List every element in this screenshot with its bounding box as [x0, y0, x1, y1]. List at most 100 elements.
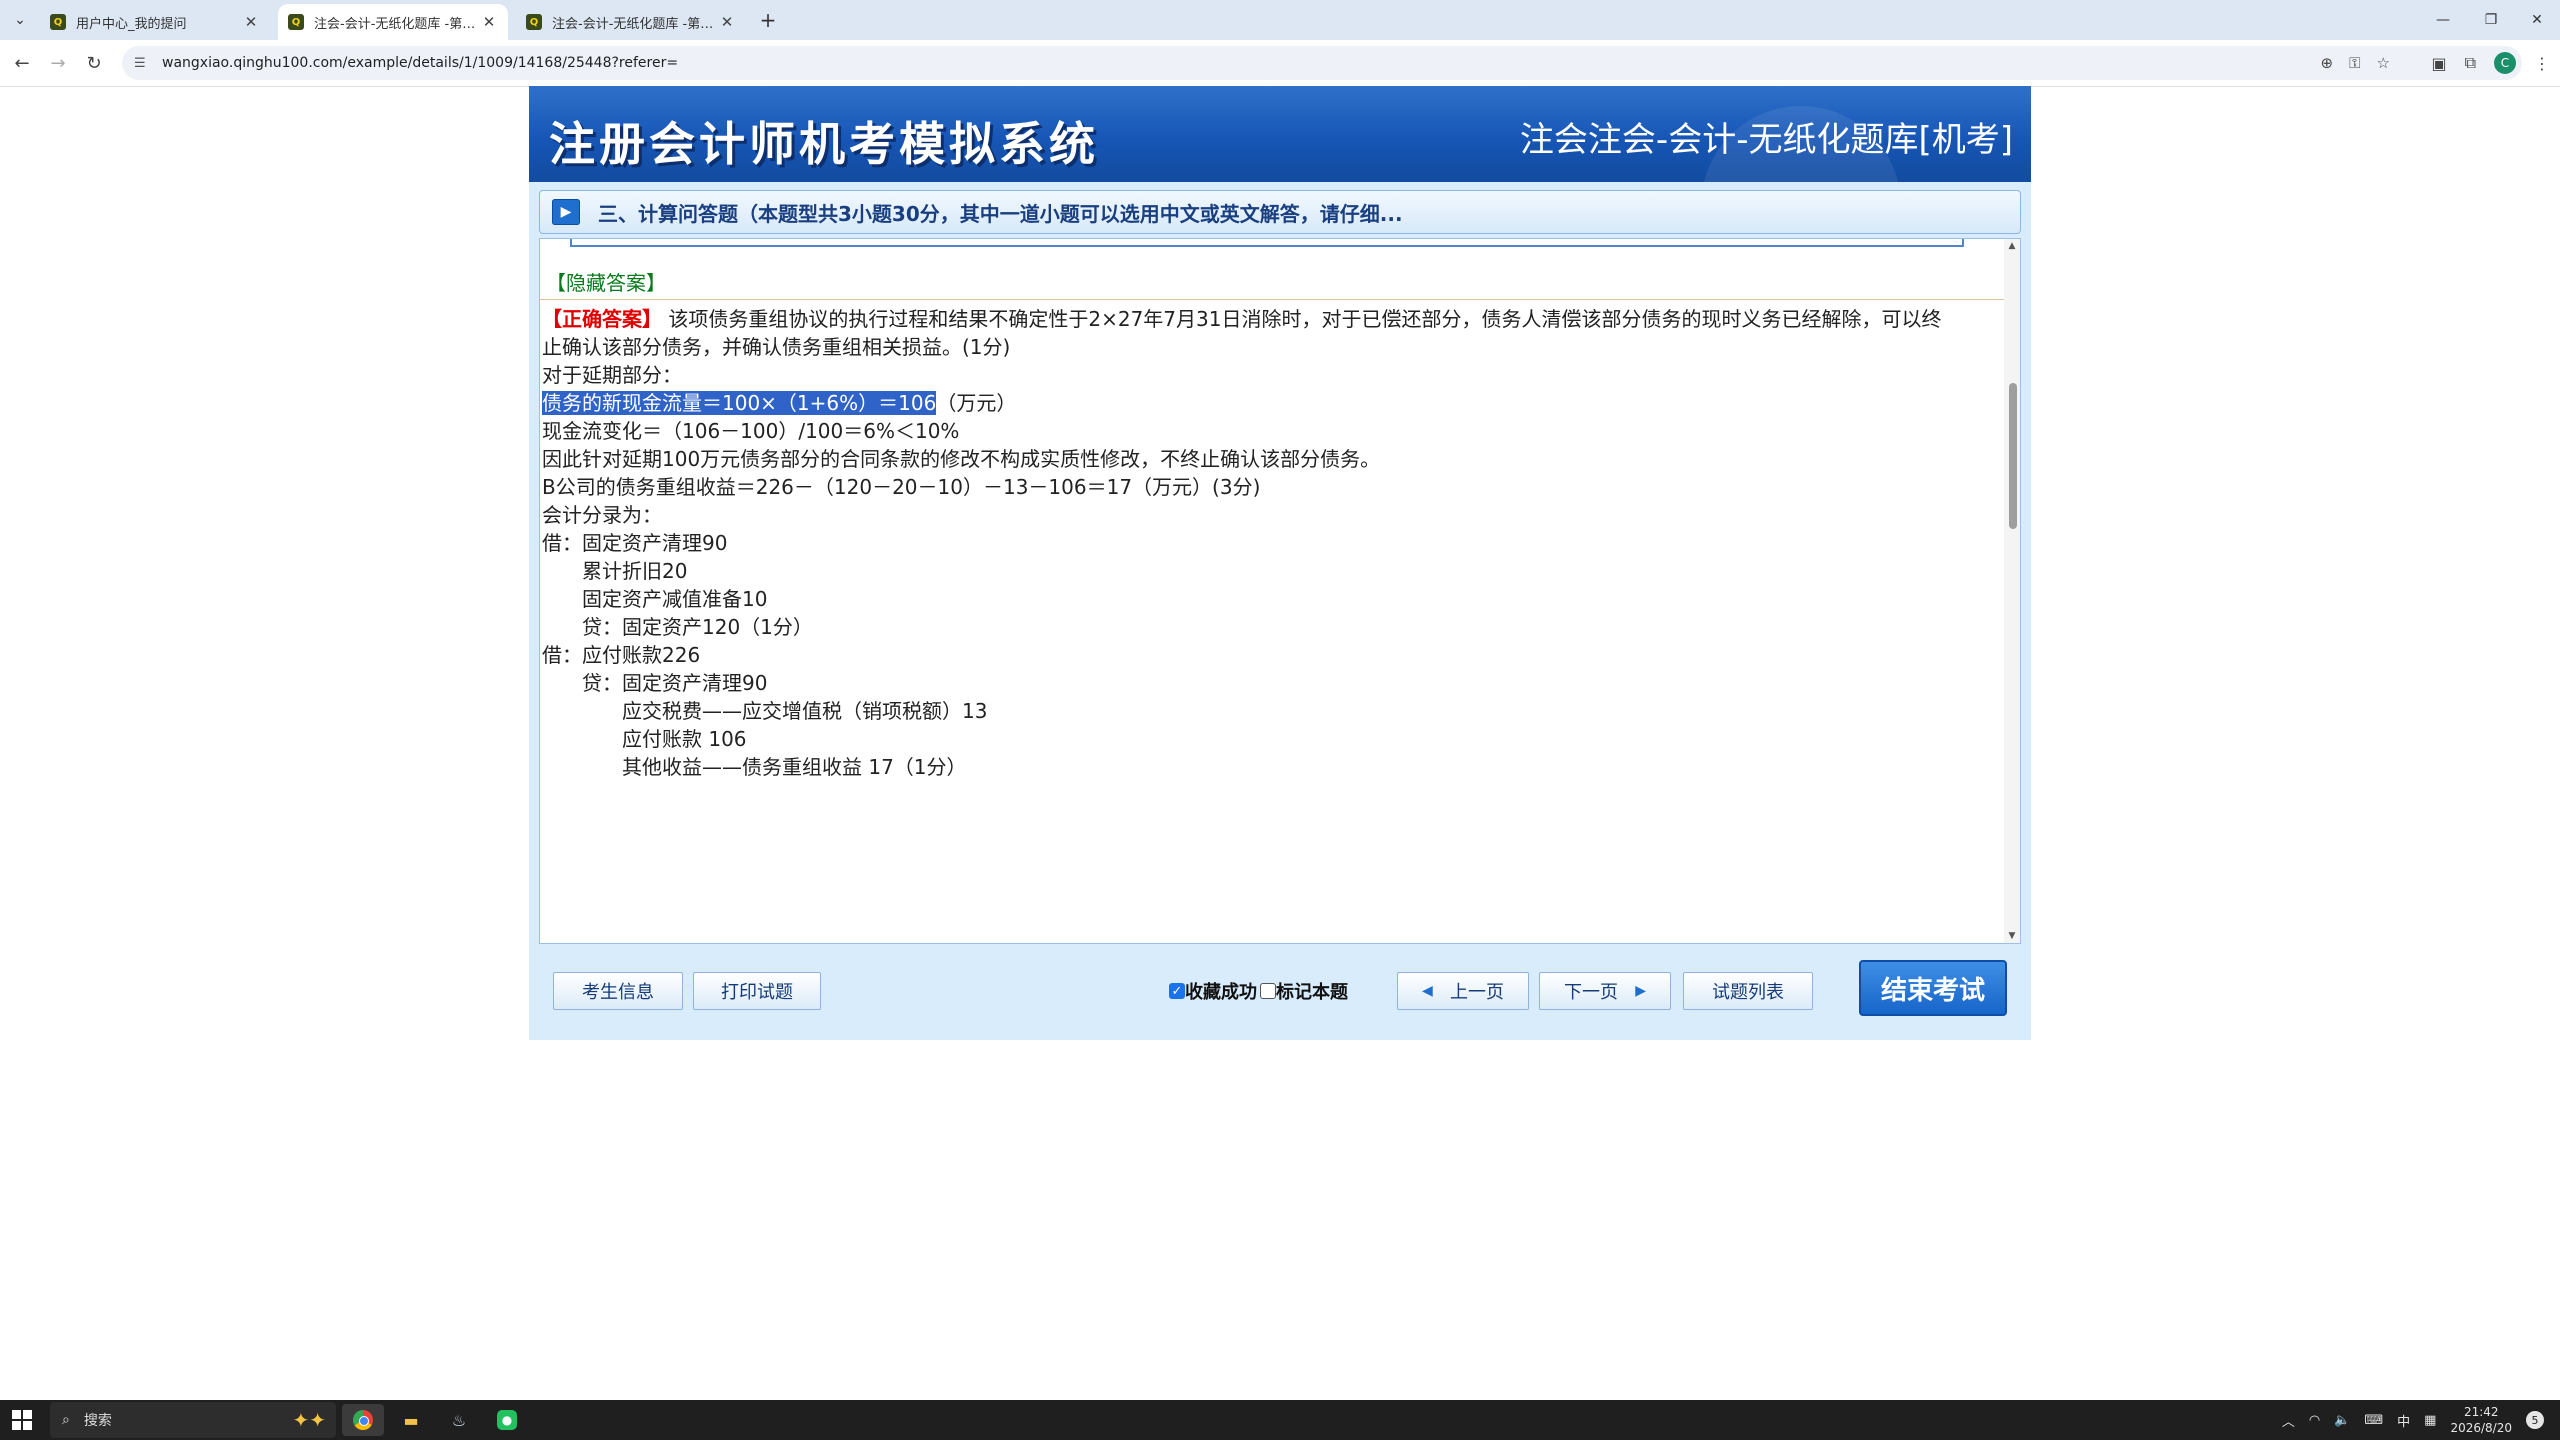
steam-icon[interactable]: ♨ [438, 1404, 480, 1436]
site-info-icon[interactable]: ☰ [134, 56, 154, 71]
close-tab-icon[interactable]: ✕ [718, 13, 736, 31]
network-icon[interactable]: ◠ [2309, 1413, 2320, 1428]
system-tray: ︿ ◠ 🔈 ⌨ 中 ▦ 21:42 2026/8/20 5 [2282, 1400, 2544, 1440]
restore-icon[interactable]: ❐ [2468, 8, 2514, 32]
answer-line: 固定资产减值准备10 [542, 587, 768, 611]
answer-panel[interactable]: 【隐藏答案】 【正确答案】 该项债务重组协议的执行过程和结果不确定性于2×27年… [539, 238, 2021, 944]
chrome-taskbar-icon[interactable] [342, 1404, 384, 1436]
answer-line: 其他收益——债务重组收益 17（1分） [542, 755, 967, 779]
back-icon[interactable]: ← [8, 50, 36, 76]
close-window-icon[interactable]: ✕ [2514, 8, 2560, 32]
candidate-info-button[interactable]: 考生信息 [553, 972, 683, 1010]
exam-app: 注册会计师机考模拟系统 注会注会-会计-无纸化题库[机考] ▶ 三、计算问答题（… [529, 86, 2031, 1040]
forward-icon[interactable]: → [44, 50, 72, 76]
tab-title: 注会-会计-无纸化题库 -第二十 [314, 16, 480, 32]
tab-user-center[interactable]: Q 用户中心_我的提问 ✕ [40, 4, 270, 40]
exam-banner: 注册会计师机考模拟系统 注会注会-会计-无纸化题库[机考] [529, 86, 2031, 182]
windows-taskbar: ⌕ 搜索 ✦✦ ▬ ♨ ● ︿ ◠ 🔈 ⌨ 中 ▦ 21:42 2026/8/2… [0, 1400, 2560, 1440]
calendar-grid-icon[interactable]: ▦ [2424, 1413, 2436, 1428]
keyboard-icon[interactable]: ⌨ [2364, 1413, 2383, 1428]
close-tab-icon[interactable]: ✕ [480, 13, 498, 31]
site-favicon-icon: Q [50, 14, 66, 30]
banner-subtitle: 注会注会-会计-无纸化题库[机考] [1519, 120, 2013, 160]
hide-answer-link[interactable]: 【隐藏答案】 [546, 267, 666, 296]
tab-title: 用户中心_我的提问 [76, 16, 187, 32]
profile-avatar[interactable]: C [2494, 52, 2516, 74]
answer-line: 借：应付账款226 [542, 643, 701, 667]
site-favicon-icon: Q [288, 14, 304, 30]
bookmark-star-icon[interactable]: ☆ [2377, 54, 2390, 72]
volume-icon[interactable]: 🔈 [2334, 1413, 2350, 1428]
favorite-checkbox[interactable]: ✓ [1169, 983, 1185, 999]
answer-line: 会计分录为： [542, 503, 662, 527]
windows-start-icon[interactable] [12, 1410, 32, 1430]
clock-time: 21:42 [2463, 1405, 2499, 1419]
question-header-text: 三、计算问答题（本题型共3小题30分，其中一道小题可以选用中文或英文解答，请仔细… [598, 201, 1403, 226]
search-icon: ⌕ [62, 1412, 70, 1428]
answer-content: 【正确答案】 该项债务重组协议的执行过程和结果不确定性于2×27年7月31日消除… [540, 299, 2005, 943]
notification-badge[interactable]: 5 [2526, 1411, 2544, 1429]
mark-checkbox-group[interactable]: 标记本题 [1260, 978, 1348, 1004]
prev-page-button[interactable]: ◀ 上一页 [1397, 972, 1529, 1010]
scroll-down-icon[interactable]: ▼ [2007, 931, 2017, 941]
bracket-close: 】 [642, 307, 662, 331]
tray-chevron-icon[interactable]: ︿ [2282, 1411, 2295, 1430]
answer-line: 应交税费——应交增值税（销项税额）13 [542, 699, 988, 723]
clock-date: 2026/8/20 [2450, 1421, 2512, 1435]
url-text[interactable]: wangxiao.qinghu100.com/example/details/1… [162, 55, 678, 71]
scrollbar[interactable]: ▲ ▼ [2004, 239, 2020, 943]
answer-line: 因此针对延期100万元债务部分的合同条款的修改不构成实质性修改，不终止确认该部分… [542, 447, 1381, 471]
scroll-up-icon[interactable]: ▲ [2007, 241, 2017, 251]
site-favicon-icon: Q [526, 14, 542, 30]
wechat-icon[interactable]: ● [486, 1404, 528, 1436]
close-tab-icon[interactable]: ✕ [242, 13, 260, 31]
answer-line-highlighted: 债务的新现金流量＝100×（1+6%）＝106（万元） [542, 388, 1016, 418]
search-placeholder: 搜索 [83, 1413, 112, 1429]
browser-tabstrip: ⌄ Q 用户中心_我的提问 ✕ Q 注会-会计-无纸化题库 -第二十 ✕ Q 注… [0, 0, 2560, 40]
media-icon[interactable]: ▣ [2431, 54, 2446, 73]
next-page-label: 下一页 [1564, 982, 1619, 1003]
address-bar[interactable]: ☰ wangxiao.qinghu100.com/example/details… [122, 46, 2522, 80]
browser-menu-icon[interactable]: ⋮ [2534, 54, 2550, 73]
end-exam-button[interactable]: 结束考试 [1859, 960, 2007, 1016]
tab-search-chevron-icon[interactable]: ⌄ [6, 6, 34, 34]
question-header: ▶ 三、计算问答题（本题型共3小题30分，其中一道小题可以选用中文或英文解答，请… [539, 190, 2021, 234]
favorite-checkbox-group[interactable]: ✓ 收藏成功 [1169, 978, 1257, 1004]
answer-line-intro-2: 止确认该部分债务，并确认债务重组相关损益。(1分) [542, 335, 1011, 359]
answer-line: 累计折旧20 [542, 559, 688, 583]
print-button[interactable]: 打印试题 [693, 972, 821, 1010]
file-explorer-icon[interactable]: ▬ [390, 1404, 432, 1436]
prev-page-label: 上一页 [1449, 982, 1504, 1003]
password-key-icon[interactable]: ⚿ [2349, 54, 2360, 72]
reload-icon[interactable]: ↻ [80, 50, 108, 76]
taskbar-search[interactable]: ⌕ 搜索 ✦✦ [50, 1402, 336, 1438]
tab-exam-active[interactable]: Q 注会-会计-无纸化题库 -第二十 ✕ [278, 4, 508, 40]
extensions-icon[interactable]: ⧉ [2465, 53, 2476, 73]
highlight-suffix: （万元） [936, 391, 1017, 415]
answer-line: B公司的债务重组收益＝226－（120－20－10）－13－106＝17（万元）… [542, 475, 1261, 499]
answer-line: 应付账款 106 [542, 727, 747, 751]
bracket-open: 【 [542, 307, 562, 331]
answer-select-dropdown[interactable] [570, 239, 1964, 247]
minimize-icon[interactable]: — [2420, 8, 2466, 32]
new-tab-button[interactable]: + [756, 8, 780, 32]
tab-exam-2[interactable]: Q 注会-会计-无纸化题库 -第二十 ✕ [516, 4, 746, 40]
tab-title: 注会-会计-无纸化题库 -第二十 [552, 16, 718, 32]
answer-line: 贷：固定资产120（1分） [542, 615, 813, 639]
zoom-icon[interactable]: ⊕ [2321, 54, 2334, 72]
question-list-button[interactable]: 试题列表 [1683, 972, 1813, 1010]
answer-line: 现金流变化＝（106－100）/100＝6%＜10% [542, 419, 960, 443]
selected-text: 债务的新现金流量＝100×（1+6%）＝106 [542, 391, 937, 415]
play-icon[interactable]: ▶ [552, 199, 580, 225]
correct-answer-label: 正确答案 [562, 307, 642, 331]
arrow-left-icon: ◀ [1422, 983, 1433, 999]
ime-indicator[interactable]: 中 [2397, 1411, 2410, 1430]
browser-toolbar: ← → ↻ ☰ wangxiao.qinghu100.com/example/d… [0, 40, 2560, 87]
answer-line: 贷：固定资产清理90 [542, 671, 768, 695]
scrollbar-thumb[interactable] [2009, 383, 2017, 529]
copilot-sparkle-icon: ✦✦ [292, 1408, 326, 1432]
clock[interactable]: 21:42 2026/8/20 [2450, 1404, 2512, 1436]
next-page-button[interactable]: 下一页 ▶ [1539, 972, 1671, 1010]
favorite-label: 收藏成功 [1185, 982, 1257, 1003]
mark-checkbox[interactable] [1260, 983, 1276, 999]
